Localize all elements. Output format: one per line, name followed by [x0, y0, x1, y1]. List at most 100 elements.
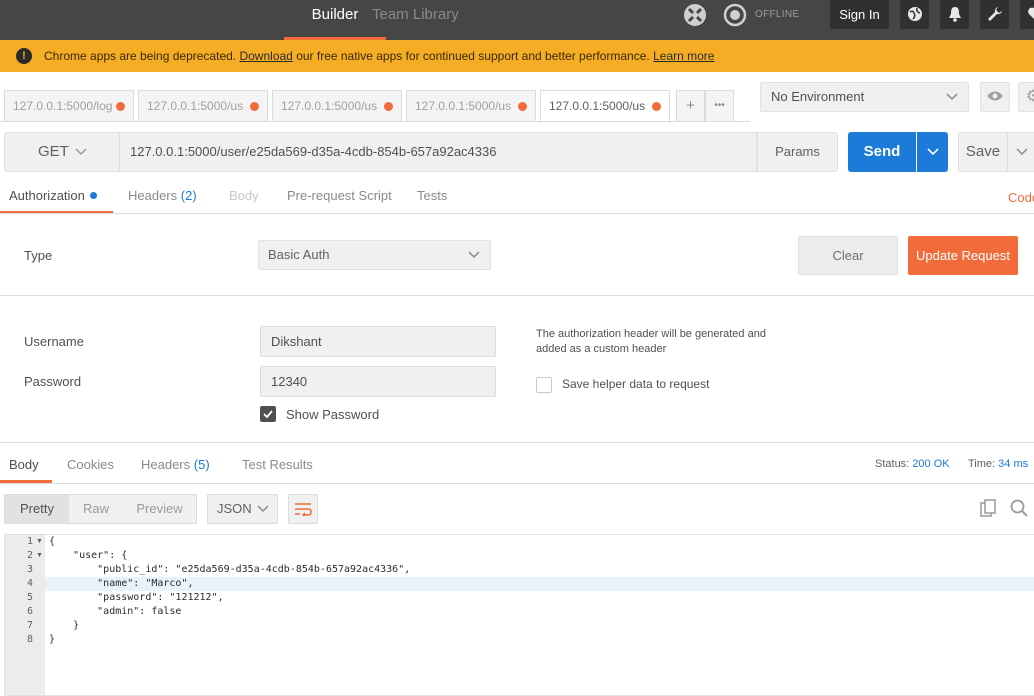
format-value: JSON [217, 501, 252, 516]
request-tab-label: 127.0.0.1:5000/log [13, 99, 113, 113]
request-tab[interactable]: 127.0.0.1:5000/us [406, 90, 536, 122]
chevron-down-icon [1016, 148, 1028, 156]
add-tab-button[interactable]: + [676, 90, 705, 122]
tabs-divider [0, 121, 750, 122]
line-number: 3 [26, 564, 33, 575]
eye-icon [987, 91, 1003, 101]
download-link[interactable]: Download [239, 49, 292, 63]
request-tab-label: 127.0.0.1:5000/us [281, 99, 378, 113]
type-label: Type [24, 248, 53, 263]
request-tab-label: 127.0.0.1:5000/us [415, 99, 512, 113]
params-button[interactable]: Params [757, 132, 838, 172]
heart-icon[interactable] [1020, 0, 1034, 29]
update-request-button[interactable]: Update Request [908, 236, 1018, 275]
checkmark-icon [263, 410, 273, 419]
status-value: 200 OK [912, 458, 950, 470]
interceptor-icon[interactable] [682, 2, 708, 28]
pretty-view-button[interactable]: Pretty [5, 495, 69, 523]
code-link[interactable]: Code [1008, 190, 1034, 205]
request-tab-active[interactable]: 127.0.0.1:5000/us [540, 90, 670, 123]
tab-prerequest-script[interactable]: Pre-request Script [287, 184, 392, 214]
save-helper-checkbox[interactable] [536, 377, 552, 393]
format-select[interactable]: JSON [207, 494, 278, 524]
line-number: 4 [26, 578, 33, 589]
builder-tab[interactable]: Builder [284, 0, 386, 40]
password-label: Password [24, 374, 82, 389]
manage-environments-button[interactable]: ⚙ [1018, 82, 1034, 112]
request-tab[interactable]: 127.0.0.1:5000/us [272, 90, 402, 122]
response-body-editor[interactable]: 1 2 3 4 5 6 7 8 ▼ ▼ { "user": { "public_… [4, 534, 1034, 696]
team-library-tab[interactable]: Team Library [372, 0, 459, 40]
clear-button[interactable]: Clear [798, 236, 898, 275]
wrench-icon[interactable] [980, 0, 1009, 29]
banner-message: Chrome apps are being deprecated. Downlo… [44, 40, 714, 72]
tab-response-headers[interactable]: Headers (5) [141, 453, 210, 483]
method-value: GET [38, 143, 69, 160]
response-divider [0, 442, 1034, 443]
tab-response-headers-label: Headers [141, 457, 191, 472]
line-number: 5 [26, 592, 33, 603]
auth-divider [0, 295, 1034, 296]
auth-note: The authorization header will be generat… [536, 328, 766, 355]
tab-headers[interactable]: Headers (2) [128, 184, 197, 214]
globe-icon[interactable] [900, 0, 929, 29]
learn-more-link[interactable]: Learn more [653, 49, 714, 63]
tab-body[interactable]: Body [229, 184, 259, 214]
status-label: Status: [875, 458, 910, 470]
fold-toggle-icon[interactable]: ▼ [36, 549, 43, 563]
environment-quick-look-button[interactable] [980, 82, 1010, 112]
tab-test-results[interactable]: Test Results [242, 453, 313, 483]
warning-icon: ! [16, 48, 32, 64]
bell-icon[interactable] [940, 0, 969, 29]
status-display: Status: 200 OK [875, 458, 950, 470]
time-display: Time: 34 ms [968, 458, 1028, 470]
view-mode-group: Pretty Raw Preview [4, 494, 197, 524]
request-tab[interactable]: 127.0.0.1:5000/log [4, 90, 134, 122]
auth-type-value: Basic Auth [268, 247, 330, 262]
show-password-checkbox[interactable] [260, 406, 276, 422]
environment-select[interactable]: No Environment [760, 82, 969, 112]
method-select[interactable]: GET [4, 132, 120, 172]
save-options-button[interactable] [1007, 132, 1034, 172]
more-tabs-button[interactable]: ••• [705, 90, 734, 122]
save-button[interactable]: Save [958, 132, 1008, 172]
tab-authorization-label: Authorization [9, 188, 85, 203]
show-password-label: Show Password [286, 407, 380, 422]
send-button[interactable]: Send [848, 132, 916, 172]
auth-type-select[interactable]: Basic Auth [258, 240, 491, 270]
banner-text-start: Chrome apps are being deprecated. [44, 49, 237, 63]
raw-view-button[interactable]: Raw [69, 495, 123, 523]
sign-in-button[interactable]: Sign In [830, 0, 889, 29]
request-tab[interactable]: 127.0.0.1:5000/us [138, 90, 268, 122]
wrap-lines-button[interactable] [288, 494, 318, 524]
line-number: 2 [26, 550, 33, 561]
request-tab-label: 127.0.0.1:5000/us [549, 99, 646, 113]
username-field[interactable]: Dikshant [260, 326, 496, 357]
preview-view-button[interactable]: Preview [123, 495, 196, 523]
sync-status-icon[interactable] [722, 2, 748, 28]
fold-toggle-icon[interactable]: ▼ [36, 535, 43, 549]
offline-status: OFFLINE [755, 9, 800, 20]
code-line: } [49, 634, 56, 645]
chevron-down-icon [257, 495, 269, 533]
tab-response-headers-count: (5) [193, 457, 210, 472]
url-input[interactable]: 127.0.0.1:5000/user/e25da569-d35a-4cdb-8… [120, 132, 757, 172]
tab-tests[interactable]: Tests [417, 184, 447, 214]
tab-authorization[interactable]: Authorization [0, 184, 113, 214]
tab-cookies[interactable]: Cookies [67, 453, 114, 483]
deprecation-banner: ! Chrome apps are being deprecated. Down… [0, 40, 1034, 72]
tab-response-body[interactable]: Body [0, 453, 52, 483]
wrap-icon [295, 503, 312, 518]
line-number: 1 [26, 536, 33, 547]
active-indicator-icon [89, 192, 97, 199]
send-options-button[interactable] [917, 132, 948, 172]
chevron-down-icon [946, 83, 958, 121]
search-icon[interactable] [1010, 499, 1030, 519]
copy-icon[interactable] [980, 499, 1000, 519]
password-field[interactable]: 12340 [260, 366, 496, 397]
gear-icon: ⚙ [1025, 88, 1034, 105]
banner-text-middle: our free native apps for continued suppo… [296, 49, 650, 63]
code-line: "password": "121212", [49, 592, 224, 603]
request-tab-label: 127.0.0.1:5000/us [147, 99, 244, 113]
request-tabs-bar: 127.0.0.1:5000/log 127.0.0.1:5000/us 127… [0, 72, 750, 123]
